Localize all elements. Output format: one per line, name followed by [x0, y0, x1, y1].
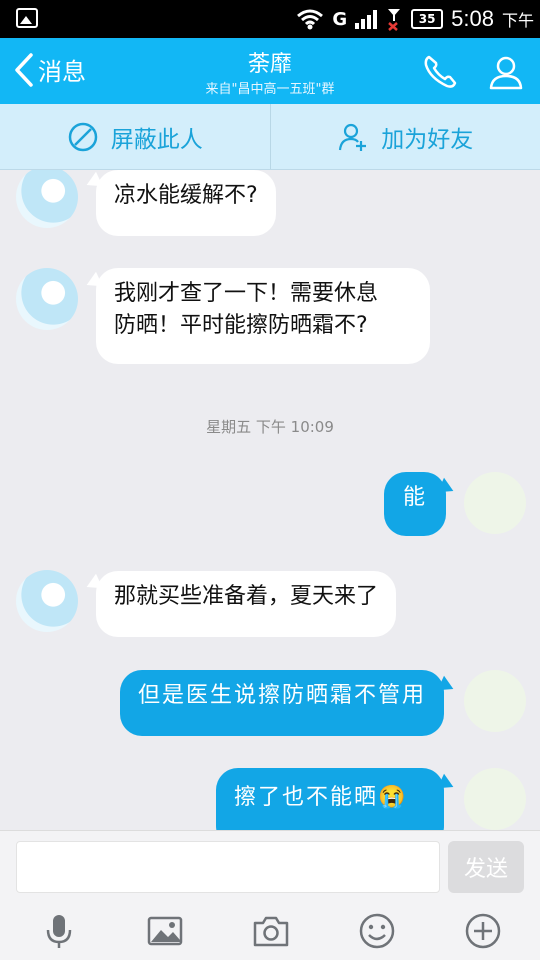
add-friend-button[interactable]: 加为好友 — [269, 104, 540, 169]
contact-avatar[interactable] — [16, 570, 78, 632]
outgoing-message[interactable]: 擦了也不能晒😭 — [216, 768, 444, 830]
message-text-line: 我刚才查了一下！需要休息 — [114, 281, 379, 306]
crying-emoji: 😭 — [378, 785, 408, 810]
my-avatar[interactable] — [464, 768, 526, 830]
chat-header: 消息 荼靡 来自"昌中高一五班"群 — [0, 38, 540, 104]
message-text: 凉水能缓解不? — [114, 183, 258, 208]
message-list[interactable]: 凉水能缓解不? 我刚才查了一下！需要休息 防晒！平时能擦防晒霜不? 星期五 下午… — [0, 170, 540, 830]
block-user-button[interactable]: 屏蔽此人 — [0, 104, 270, 169]
profile-icon[interactable] — [486, 52, 526, 92]
wifi-icon — [297, 9, 324, 30]
add-friend-label: 加为好友 — [381, 126, 474, 153]
incoming-message[interactable]: 那就买些准备着，夏天来了 — [96, 571, 397, 637]
message-text: 擦了也不能晒 — [234, 785, 379, 810]
outgoing-message[interactable]: 能 — [384, 472, 446, 536]
microphone-icon[interactable] — [40, 912, 78, 950]
battery-icon: 35 — [411, 9, 444, 29]
contact-avatar[interactable] — [16, 170, 78, 228]
block-icon — [68, 122, 97, 151]
input-toolbar — [0, 900, 540, 960]
status-bar: G 35 5:08 下午 — [0, 0, 540, 38]
outgoing-message[interactable]: 但是医生说擦防晒霜不管用 — [120, 670, 444, 736]
gallery-notification-icon — [16, 8, 38, 28]
message-text: 能 — [402, 485, 427, 510]
clock-ampm: 下午 — [501, 11, 534, 30]
battery-level: 35 — [418, 12, 436, 26]
my-avatar[interactable] — [464, 472, 526, 534]
incoming-message[interactable]: 我刚才查了一下！需要休息 防晒！平时能擦防晒霜不? — [96, 268, 430, 364]
incoming-message[interactable]: 凉水能缓解不? — [96, 170, 276, 236]
message-text: 那就买些准备着，夏天来了 — [114, 584, 379, 609]
block-user-label: 屏蔽此人 — [110, 126, 203, 153]
status-indicators: G 35 5:08 下午 — [296, 0, 534, 38]
no-sim-signal-icon — [388, 9, 401, 31]
input-bar: 发送 — [0, 830, 540, 900]
message-timestamp: 星期五 下午 10:09 — [206, 418, 334, 436]
message-input[interactable] — [16, 841, 440, 893]
message-text: 但是医生说擦防晒霜不管用 — [138, 683, 427, 708]
send-button[interactable]: 发送 — [448, 841, 524, 893]
my-avatar[interactable] — [464, 670, 526, 732]
camera-icon[interactable] — [252, 912, 290, 950]
signal-icon — [355, 9, 378, 29]
action-bar: 屏蔽此人 加为好友 — [0, 104, 540, 170]
network-type: G — [332, 8, 348, 30]
image-icon[interactable] — [146, 912, 184, 950]
clock-time: 5:08 — [451, 6, 494, 31]
message-text-line: 防晒！平时能擦防晒霜不? — [114, 313, 368, 338]
add-friend-icon — [339, 123, 367, 151]
contact-avatar[interactable] — [16, 268, 78, 330]
phone-icon[interactable] — [420, 52, 460, 92]
plus-icon[interactable] — [464, 912, 502, 950]
emoji-icon[interactable] — [358, 912, 396, 950]
